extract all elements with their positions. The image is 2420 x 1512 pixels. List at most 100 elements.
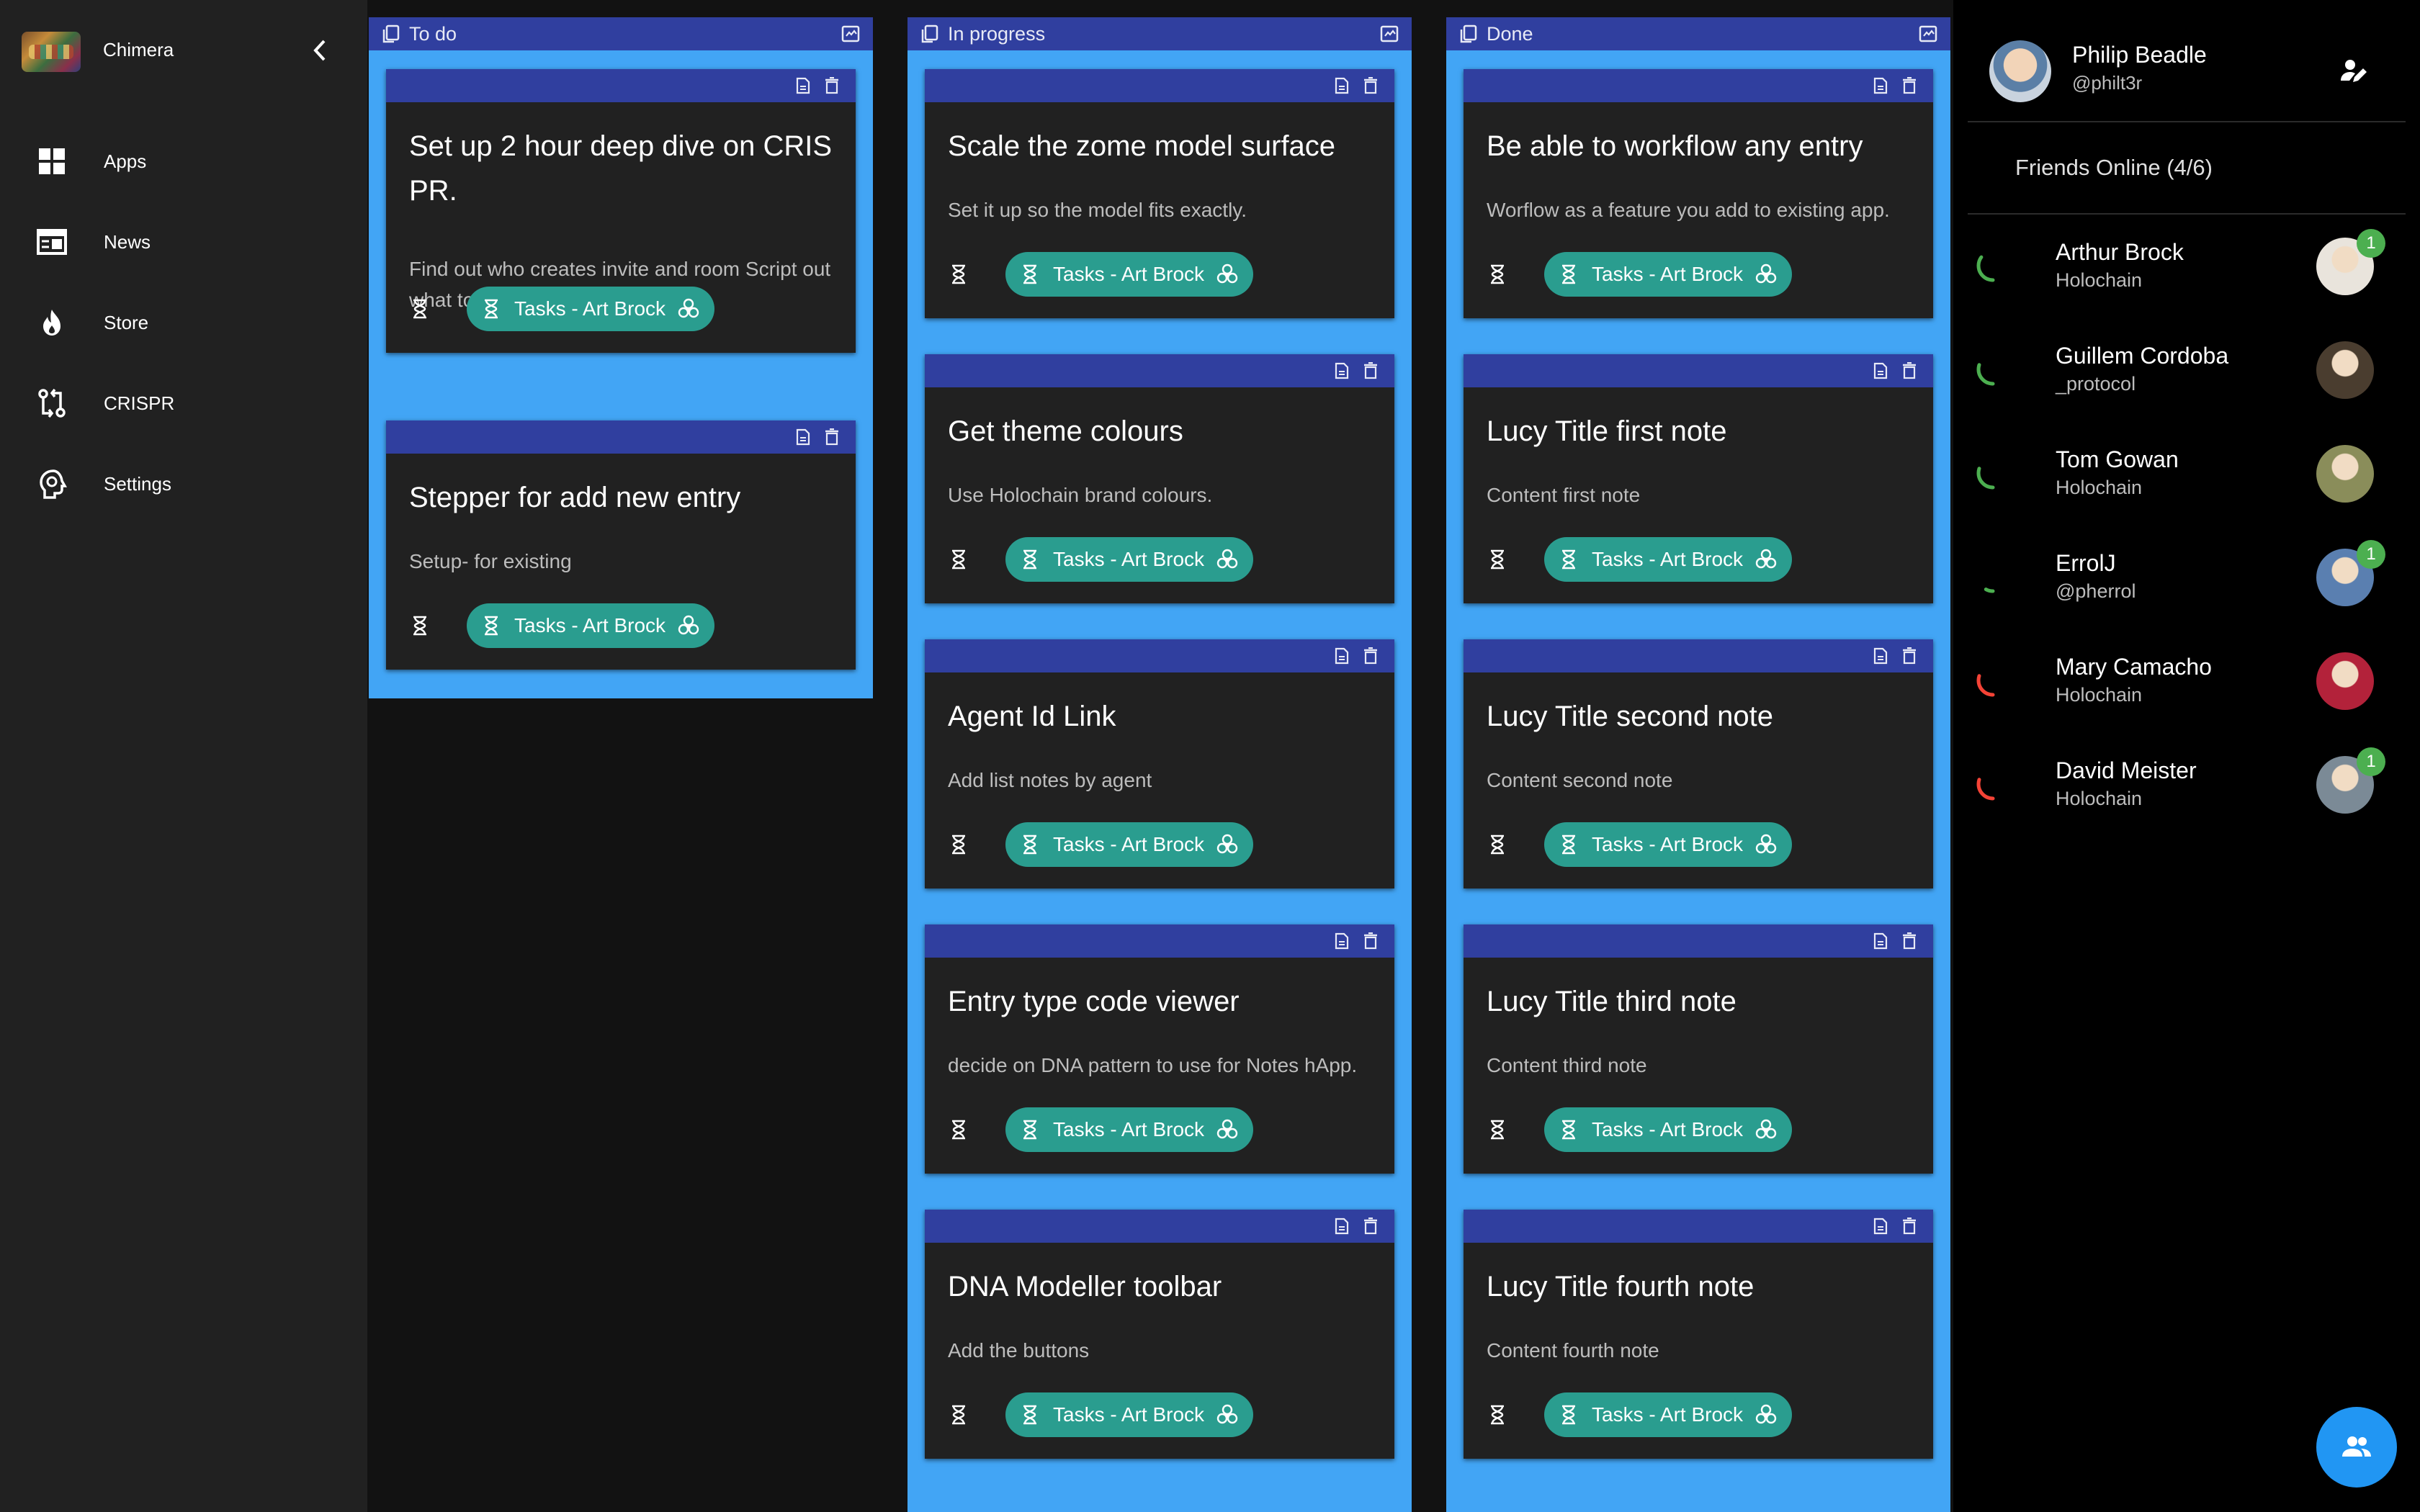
delete-button[interactable] <box>1900 76 1919 95</box>
delete-button[interactable] <box>1361 932 1380 950</box>
workflow-tag-chip[interactable]: Tasks - Art Brock <box>1544 1107 1793 1152</box>
friend-name: Guillem Cordoba <box>2056 343 2229 369</box>
chip-label: Tasks - Art Brock <box>1053 833 1205 855</box>
task-card[interactable]: DNA Modeller toolbar Add the buttons Tasks… <box>925 1210 1394 1459</box>
friend-row[interactable]: David Meister Holochain 1 <box>1953 733 2420 837</box>
task-card[interactable]: Lucy Title third note Content third note T… <box>1464 924 1933 1174</box>
edit-note-button[interactable] <box>1332 1217 1351 1236</box>
biohazard-icon <box>1216 1118 1239 1141</box>
card-title: Lucy Title fourth note <box>1487 1271 1754 1302</box>
nav-list: Apps News Store CRISPR Settings <box>0 121 367 524</box>
delete-button[interactable] <box>823 76 841 95</box>
edit-note-button[interactable] <box>794 428 812 446</box>
edit-note-button[interactable] <box>1871 932 1890 950</box>
task-card[interactable]: Lucy Title second note Content second not… <box>1464 639 1933 888</box>
biohazard-icon <box>1216 263 1239 286</box>
add-card-button[interactable] <box>838 22 863 46</box>
edit-profile-button[interactable] <box>2337 54 2370 87</box>
column-title: Done <box>1487 22 1533 45</box>
edit-note-button[interactable] <box>1871 647 1890 665</box>
delete-button[interactable] <box>1900 361 1919 380</box>
note-icon <box>1335 362 1349 379</box>
biohazard-icon <box>1216 1403 1239 1426</box>
workflow-tag-chip[interactable]: Tasks - Art Brock <box>1005 537 1254 582</box>
workflow-tag-chip[interactable]: Tasks - Art Brock <box>467 287 715 331</box>
nav-item-label: CRISPR <box>104 392 175 414</box>
friends-fab-button[interactable] <box>2316 1407 2397 1488</box>
workflow-tag-chip[interactable]: Tasks - Art Brock <box>467 603 715 648</box>
workflow-tag-chip[interactable]: Tasks - Art Brock <box>1005 1107 1254 1152</box>
column-title: To do <box>409 22 457 45</box>
edit-note-button[interactable] <box>1332 361 1351 380</box>
delete-button[interactable] <box>823 428 841 446</box>
add-card-button[interactable] <box>1916 22 1940 46</box>
nav-item-settings[interactable]: Settings <box>0 444 367 524</box>
delete-button[interactable] <box>1361 76 1380 95</box>
biohazard-icon <box>1754 1403 1778 1426</box>
hourglass-icon <box>1487 1118 1508 1141</box>
edit-note-button[interactable] <box>1332 76 1351 95</box>
nav-item-news[interactable]: News <box>0 202 367 282</box>
nav-item-store[interactable]: Store <box>0 282 367 363</box>
task-card[interactable]: Be able to workflow any entry Worflow as … <box>1464 69 1933 318</box>
friend-row[interactable]: Arthur Brock Holochain 1 <box>1953 215 2420 318</box>
hourglass-icon <box>1018 1118 1041 1141</box>
divider <box>1968 121 2406 122</box>
task-card[interactable]: Lucy Title first note Content first note T… <box>1464 354 1933 603</box>
task-card[interactable]: Get theme colours Use Holochain brand col… <box>925 354 1394 603</box>
task-card[interactable]: Scale the zome model surface Set it up so… <box>925 69 1394 318</box>
card-description: Content third note <box>1487 1054 1647 1076</box>
delete-button[interactable] <box>1900 1217 1919 1236</box>
friend-name: Mary Camacho <box>2056 654 2212 680</box>
collapse-nav-button[interactable] <box>307 36 333 65</box>
friend-row[interactable]: Tom Gowan Holochain <box>1953 422 2420 526</box>
friend-avatar[interactable] <box>2316 341 2374 399</box>
friend-row[interactable]: ErrolJ @pherrol 1 <box>1953 526 2420 629</box>
biohazard-icon <box>1216 833 1239 856</box>
edit-note-button[interactable] <box>794 76 812 95</box>
status-ring-icon <box>1976 560 2009 593</box>
delete-button[interactable] <box>1361 647 1380 665</box>
chip-label: Tasks - Art Brock <box>1592 263 1744 285</box>
task-card[interactable]: Entry type code viewer decide on DNA patt… <box>925 924 1394 1174</box>
friend-row[interactable]: Mary Camacho Holochain <box>1953 629 2420 733</box>
user-avatar[interactable] <box>1989 40 2051 102</box>
workflow-tag-chip[interactable]: Tasks - Art Brock <box>1544 252 1793 297</box>
card-description: Content second note <box>1487 769 1673 791</box>
chip-label: Tasks - Art Brock <box>1592 833 1744 855</box>
task-card[interactable]: Lucy Title fourth note Content fourth not… <box>1464 1210 1933 1459</box>
delete-button[interactable] <box>1900 647 1919 665</box>
workflow-tag-chip[interactable]: Tasks - Art Brock <box>1005 1392 1254 1437</box>
friend-row[interactable]: Guillem Cordoba _protocol <box>1953 318 2420 422</box>
workflow-tag-chip[interactable]: Tasks - Art Brock <box>1544 1392 1793 1437</box>
friend-subtitle: _protocol <box>2056 373 2136 395</box>
delete-button[interactable] <box>1361 1217 1380 1236</box>
edit-note-button[interactable] <box>1332 932 1351 950</box>
workflow-tag-chip[interactable]: Tasks - Art Brock <box>1544 537 1793 582</box>
nav-item-crispr[interactable]: CRISPR <box>0 363 367 444</box>
note-icon <box>796 428 810 446</box>
hourglass-icon <box>948 1403 969 1426</box>
nav-item-label: News <box>104 230 151 253</box>
delete-button[interactable] <box>1900 932 1919 950</box>
workflow-tag-chip[interactable]: Tasks - Art Brock <box>1544 822 1793 867</box>
task-card[interactable]: Set up 2 hour deep dive on CRIS PR. Find… <box>386 69 856 353</box>
task-card[interactable]: Agent Id Link Add list notes by agent Task… <box>925 639 1394 888</box>
friend-avatar[interactable] <box>2316 445 2374 503</box>
person-edit-icon <box>2341 60 2367 82</box>
workflow-tag-chip[interactable]: Tasks - Art Brock <box>1005 822 1254 867</box>
trash-icon <box>825 77 838 94</box>
friend-avatar[interactable] <box>2316 652 2374 710</box>
workflow-tag-chip[interactable]: Tasks - Art Brock <box>1005 252 1254 297</box>
add-card-button[interactable] <box>1377 22 1402 46</box>
delete-button[interactable] <box>1361 361 1380 380</box>
nav-item-apps[interactable]: Apps <box>0 121 367 202</box>
edit-note-button[interactable] <box>1871 1217 1890 1236</box>
task-card[interactable]: Stepper for add new entry Setup- for exi… <box>386 420 856 670</box>
card-title: Lucy Title first note <box>1487 415 1727 447</box>
edit-note-button[interactable] <box>1871 361 1890 380</box>
friend-subtitle: Holochain <box>2056 684 2143 706</box>
edit-note-button[interactable] <box>1871 76 1890 95</box>
edit-note-button[interactable] <box>1332 647 1351 665</box>
card-description: decide on DNA pattern to use for Notes h… <box>948 1054 1358 1076</box>
